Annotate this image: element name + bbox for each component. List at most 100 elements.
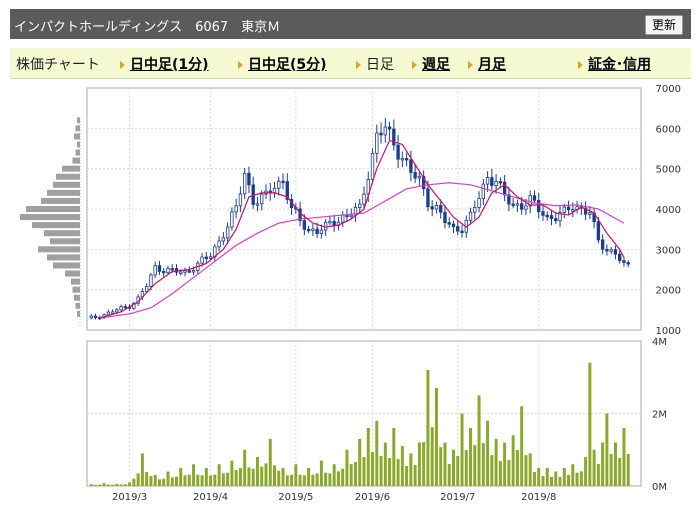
volume-bar — [221, 473, 225, 486]
volume-profile-bar — [32, 222, 80, 229]
volume-profile-bar — [75, 149, 80, 156]
candle-body — [562, 206, 566, 213]
date-tick-label: 2019/3 — [112, 492, 147, 503]
candle-body — [622, 260, 626, 263]
volume-bar — [98, 484, 102, 486]
candle-body — [255, 203, 260, 206]
volume-bar — [226, 472, 230, 486]
date-tick-label: 2019/7 — [440, 492, 475, 503]
volume-bar — [230, 460, 234, 486]
volume-profile-bar — [44, 230, 80, 237]
candle-body — [400, 158, 405, 161]
volume-bar — [179, 467, 183, 486]
candle-body — [417, 176, 422, 179]
candle-body — [502, 181, 507, 196]
candle-body — [473, 207, 477, 213]
date-tick-label: 2019/8 — [521, 492, 556, 503]
volume-profile-bar — [47, 254, 80, 261]
volume-bar — [204, 467, 208, 486]
candle-body — [247, 172, 251, 186]
volume-bar — [447, 464, 451, 486]
volume-profile-bar — [71, 278, 80, 285]
volume-bar — [162, 478, 166, 486]
volume-bar — [554, 471, 558, 486]
volume-profile-bar — [53, 181, 80, 188]
date-tick-label: 2019/6 — [355, 492, 390, 503]
candle-body — [238, 193, 243, 207]
volume-bar — [507, 460, 511, 486]
candle-body — [341, 214, 345, 223]
volume-profile-bar — [47, 189, 80, 196]
volume-bar — [511, 435, 515, 486]
candle-body — [234, 205, 238, 213]
volume-bar — [545, 467, 549, 486]
volume-profile-bar — [77, 310, 80, 317]
volume-profile-bar — [50, 238, 80, 245]
candle-body — [89, 315, 93, 319]
volume-profile-bar — [38, 246, 80, 253]
volume-bar — [324, 472, 328, 486]
candle-body — [221, 237, 226, 242]
volume-bar — [268, 438, 272, 486]
volume-bar — [255, 457, 259, 486]
volume-profile-bar — [20, 214, 80, 221]
candle-body — [426, 188, 430, 208]
candle-body — [106, 311, 110, 316]
candle-body — [272, 187, 277, 194]
volume-bar — [273, 465, 276, 486]
volume-bar — [626, 454, 630, 486]
candle-body — [332, 220, 336, 226]
volume-bar — [149, 476, 153, 486]
candle-body — [204, 256, 209, 259]
candle-body — [618, 253, 622, 261]
candle-body — [434, 204, 439, 210]
volume-profile-bar — [72, 286, 80, 293]
volume-bar — [213, 474, 217, 486]
candle-body — [362, 193, 366, 205]
volume-bar — [477, 395, 481, 486]
candle-body — [323, 221, 328, 231]
volume-bar — [464, 450, 468, 486]
volume-profile — [20, 117, 81, 326]
volume-bar — [528, 453, 532, 486]
candle-body — [387, 126, 392, 130]
volume-bar — [311, 474, 315, 486]
volume-bar — [613, 442, 617, 486]
candle-body — [439, 204, 443, 213]
price-tick-label: 3000 — [656, 245, 681, 256]
candle-body — [93, 315, 98, 319]
volume-bar — [217, 464, 221, 486]
candle-body — [166, 268, 170, 274]
candle-body — [481, 183, 486, 199]
candle-body — [277, 180, 281, 189]
candle-body — [524, 205, 528, 210]
volume-profile-bar — [26, 206, 80, 212]
volume-bar — [285, 475, 289, 486]
candle-body — [319, 229, 324, 235]
volume-bar — [383, 442, 387, 486]
price-tick-label: 1000 — [656, 326, 681, 337]
candle-body — [153, 265, 157, 276]
volume-bar — [277, 470, 281, 486]
volume-bar — [281, 467, 285, 486]
volume-bar — [469, 428, 473, 486]
volume-bar — [592, 449, 596, 486]
volume-bar — [290, 474, 294, 486]
candle-body — [200, 256, 204, 264]
volume-tick-label: 2M — [652, 410, 667, 421]
volume-bar — [264, 463, 268, 486]
volume-bar — [601, 442, 605, 486]
volume-bar — [319, 460, 323, 486]
volume-bar — [251, 468, 255, 486]
volume-bar — [234, 470, 238, 486]
volume-bar — [136, 473, 140, 486]
volume-bar — [452, 449, 455, 486]
volume-bar — [358, 438, 362, 486]
date-tick-label: 2019/4 — [193, 492, 228, 503]
candle-body — [183, 270, 187, 273]
candle-body — [537, 199, 541, 213]
volume-bar — [175, 476, 178, 486]
volume-bar — [605, 413, 609, 486]
volume-bar — [302, 475, 306, 486]
volume-profile-bar — [65, 270, 80, 277]
